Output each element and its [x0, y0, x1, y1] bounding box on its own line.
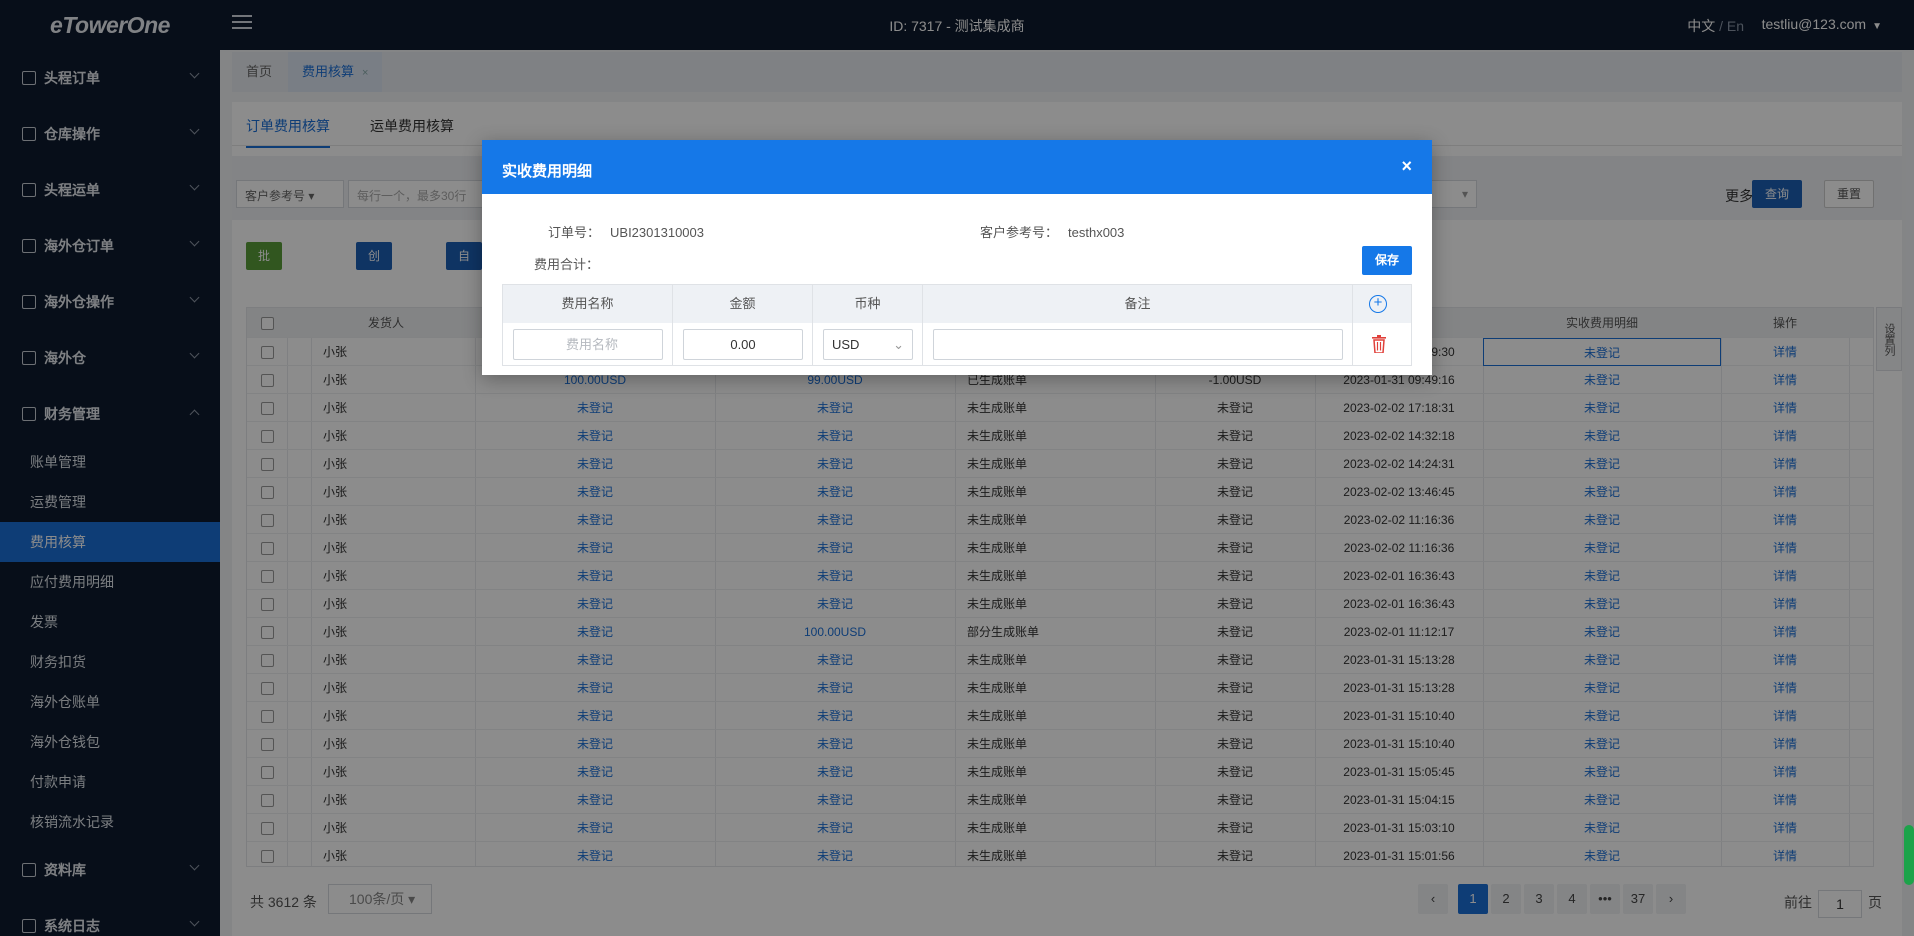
fee-item-row: 费用名称 0.00 USD ⌄: [503, 323, 1411, 366]
customer-ref-label: 客户参考号：: [980, 225, 1059, 240]
delete-cell: [1353, 323, 1411, 366]
receipt-detail-modal: 实收费用明细 × 订单号： UBI2301310003 客户参考号： testhx0…: [482, 140, 1432, 375]
customer-ref: 客户参考号： testhx003: [980, 222, 1124, 241]
currency-value: USD: [832, 337, 860, 352]
fee-name-input[interactable]: 费用名称: [513, 329, 663, 360]
fee-name-cell: 费用名称: [503, 323, 673, 366]
order-no-label: 订单号：: [548, 225, 601, 240]
modal-title: 实收费用明细: [502, 163, 593, 180]
fee-items-table: 费用名称 金额 币种 备注 + 费用名称 0.00 USD ⌄: [502, 284, 1412, 366]
chevron-down-icon: ⌄: [893, 337, 904, 352]
col-amount: 金额: [673, 285, 813, 323]
col-remark: 备注: [923, 285, 1353, 323]
order-no-value: UBI2301310003: [610, 225, 704, 240]
currency-select[interactable]: USD ⌄: [823, 329, 913, 360]
add-circle-icon[interactable]: +: [1369, 295, 1387, 313]
fee-total-label: 费用合计：: [534, 257, 600, 272]
close-icon[interactable]: ×: [1401, 156, 1412, 177]
remark-cell: [923, 323, 1353, 366]
fee-items-header: 费用名称 金额 币种 备注 +: [503, 285, 1411, 323]
order-no: 订单号： UBI2301310003: [548, 222, 704, 241]
modal-header: 实收费用明细 ×: [482, 140, 1432, 194]
remark-input[interactable]: [933, 329, 1343, 360]
col-currency: 币种: [813, 285, 923, 323]
add-row-cell: +: [1353, 285, 1411, 323]
amount-input[interactable]: 0.00: [683, 329, 803, 360]
currency-cell: USD ⌄: [813, 323, 923, 366]
col-fee-name: 费用名称: [503, 285, 673, 323]
amount-cell: 0.00: [673, 323, 813, 366]
customer-ref-value: testhx003: [1068, 225, 1125, 240]
save-button[interactable]: 保存: [1362, 246, 1412, 275]
trash-icon[interactable]: [1372, 335, 1386, 353]
page-scroll-indicator: [1904, 825, 1914, 885]
